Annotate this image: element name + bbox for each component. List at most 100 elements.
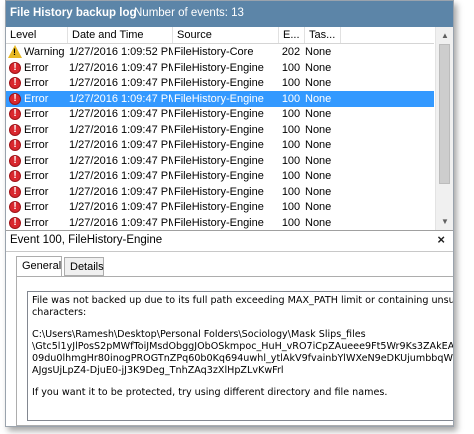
- error-icon-cell: [7, 153, 23, 169]
- error-icon: [9, 169, 21, 183]
- row-source: FileHistory-Core: [174, 46, 254, 58]
- vertical-scrollbar[interactable]: ▲ ▼: [435, 27, 453, 230]
- error-icon-cell: [7, 184, 23, 200]
- error-icon-cell: [7, 106, 23, 122]
- message-line: 09du0lhmgHr80inogPROGTnZPq60b0Kq694uwhl_…: [32, 353, 454, 364]
- table-row[interactable]: Error 1/27/2016 1:09:47 PMFileHistory-Eng…: [6, 184, 434, 200]
- row-task: None: [305, 216, 332, 229]
- row-event-id: 100: [281, 170, 301, 182]
- row-event-id: 100: [281, 123, 301, 136]
- event-message-text[interactable]: File was not backed up due to its full p…: [27, 291, 454, 421]
- row-event-id: 100: [281, 216, 301, 229]
- row-event-id: 100: [281, 92, 301, 105]
- close-icon[interactable]: ×: [437, 232, 445, 247]
- error-icon-cell: [7, 122, 23, 138]
- table-row[interactable]: Error 1/27/2016 1:09:47 PMFileHistory-Eng…: [6, 60, 434, 76]
- row-source: FileHistory-Engine: [174, 61, 264, 74]
- row-level: Warning: [24, 46, 65, 58]
- row-date: 1/27/2016 1:09:47 PM: [69, 77, 173, 89]
- message-line: AJgsUjLpZ4-DjuE0-jJ3K9Deg_TnhZAq3zXlHpZL…: [32, 365, 284, 376]
- column-header-source[interactable]: Source: [173, 27, 279, 43]
- row-source: FileHistory-Engine: [174, 201, 264, 213]
- warning-icon-cell: [7, 44, 23, 60]
- row-level: Error: [24, 201, 49, 213]
- message-line: File was not backed up due to its full p…: [32, 295, 454, 306]
- error-icon-cell: [7, 215, 23, 231]
- table-header: Level Date and Time Source E... Tas...: [6, 27, 434, 44]
- event-count: Number of events: 13: [134, 7, 244, 19]
- row-level: Error: [24, 185, 49, 198]
- scroll-down-arrow-icon[interactable]: ▼: [436, 213, 453, 230]
- table-row[interactable]: Error 1/27/2016 1:09:47 PMFileHistory-Eng…: [6, 137, 434, 153]
- table-row[interactable]: Error 1/27/2016 1:09:47 PMFileHistory-Eng…: [6, 215, 434, 231]
- row-date: 1/27/2016 1:09:52 PM: [69, 46, 173, 58]
- column-header-level[interactable]: Level: [6, 27, 68, 43]
- row-source: FileHistory-Engine: [174, 170, 264, 182]
- error-icon: [9, 138, 21, 152]
- error-icon-cell: [7, 91, 23, 107]
- row-task: None: [305, 139, 332, 151]
- row-source: FileHistory-Engine: [174, 77, 264, 89]
- row-task: None: [305, 201, 332, 213]
- tab-general[interactable]: General: [16, 256, 62, 277]
- row-event-id: 100: [281, 185, 301, 198]
- row-level: Error: [24, 92, 49, 105]
- column-header-event-id[interactable]: E...: [279, 27, 305, 43]
- error-icon: [9, 185, 21, 199]
- row-source: FileHistory-Engine: [174, 216, 264, 229]
- row-task: None: [305, 61, 332, 74]
- scroll-thumb[interactable]: [439, 44, 450, 184]
- row-date: 1/27/2016 1:09:47 PM: [69, 201, 173, 213]
- row-task: None: [305, 108, 332, 120]
- table-row[interactable]: Error 1/27/2016 1:09:47 PMFileHistory-Eng…: [6, 168, 434, 184]
- table-row[interactable]: Error 1/27/2016 1:09:47 PMFileHistory-Eng…: [6, 122, 434, 138]
- row-event-id: 100: [281, 201, 301, 213]
- row-level: Error: [24, 139, 49, 151]
- error-icon: [9, 76, 21, 90]
- row-source: FileHistory-Engine: [174, 154, 264, 167]
- message-line: If you want it to be protected, try usin…: [32, 387, 388, 398]
- row-date: 1/27/2016 1:09:47 PM: [69, 61, 173, 74]
- table-row[interactable]: Error 1/27/2016 1:09:47 PMFileHistory-Eng…: [6, 90, 434, 107]
- row-task: None: [305, 154, 332, 167]
- column-header-date[interactable]: Date and Time: [68, 27, 173, 43]
- table-row[interactable]: Error 1/27/2016 1:09:47 PMFileHistory-Eng…: [6, 106, 434, 122]
- row-date: 1/27/2016 1:09:47 PM: [69, 92, 173, 105]
- row-date: 1/27/2016 1:09:47 PM: [69, 170, 173, 182]
- tab-details[interactable]: Details: [64, 257, 104, 276]
- error-icon-cell: [7, 60, 23, 76]
- row-event-id: 100: [281, 154, 301, 167]
- row-level: Error: [24, 170, 49, 182]
- row-event-id: 100: [281, 61, 301, 74]
- table-row[interactable]: Error 1/27/2016 1:09:47 PMFileHistory-Eng…: [6, 153, 434, 169]
- events-table: Level Date and Time Source E... Tas... W…: [6, 27, 453, 231]
- detail-title: Event 100, FileHistory-Engine: [10, 234, 163, 246]
- column-header-task[interactable]: Tas...: [305, 27, 341, 43]
- table-row[interactable]: Error 1/27/2016 1:09:47 PMFileHistory-Eng…: [6, 199, 434, 215]
- error-icon: [9, 154, 21, 168]
- error-icon-cell: [7, 199, 23, 215]
- row-event-id: 202: [281, 46, 301, 58]
- general-tab-panel: File was not backed up due to its full p…: [16, 276, 453, 426]
- row-level: Error: [24, 123, 49, 136]
- table-row[interactable]: Warning 1/27/2016 1:09:52 PMFileHistory-C…: [6, 44, 434, 60]
- row-source: FileHistory-Engine: [174, 185, 264, 198]
- row-task: None: [305, 92, 332, 105]
- row-event-id: 100: [281, 139, 301, 151]
- row-source: FileHistory-Engine: [174, 139, 264, 151]
- row-level: Error: [24, 216, 49, 229]
- detail-pane-header: Event 100, FileHistory-Engine ×: [6, 231, 453, 252]
- scroll-up-arrow-icon[interactable]: ▲: [436, 27, 453, 44]
- error-icon-cell: [7, 137, 23, 153]
- table-row[interactable]: Error 1/27/2016 1:09:47 PMFileHistory-Eng…: [6, 75, 434, 91]
- message-line: \Gtc5l1yJlPosS2pMWfToiJMsdObggJObOSkmpoc…: [32, 341, 454, 352]
- row-task: None: [305, 46, 332, 58]
- message-line: characters:: [32, 307, 87, 318]
- error-icon: [9, 92, 21, 106]
- row-task: None: [305, 77, 332, 89]
- window-title: File History backup log: [10, 7, 137, 19]
- row-source: FileHistory-Engine: [174, 123, 264, 136]
- row-level: Error: [24, 61, 49, 74]
